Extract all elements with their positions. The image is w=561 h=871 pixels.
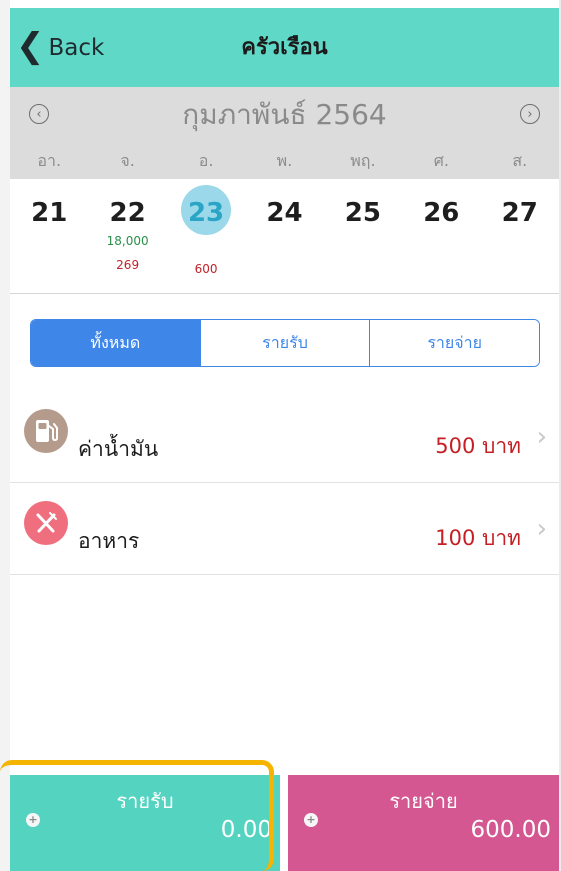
back-label: Back bbox=[48, 34, 105, 61]
chevron-right-icon: › bbox=[536, 422, 547, 452]
weekday-label: พ. bbox=[276, 151, 293, 170]
app-screen: ❮ Back ครัวเรือน ‹ กุมภาพันธ์ 2564 › อา.… bbox=[0, 0, 561, 871]
expense-total: 600.00 bbox=[470, 817, 551, 843]
calendar-header: ‹ กุมภาพันธ์ 2564 › อา. จ. อ. พ. พฤ. ศ. … bbox=[10, 87, 559, 179]
day-cell[interactable]: 21 bbox=[10, 179, 88, 293]
transaction-name: ค่าน้ำมัน bbox=[78, 437, 159, 461]
transaction-amount: 100 บาท bbox=[435, 526, 521, 550]
day-number: 27 bbox=[501, 198, 538, 228]
expense-label: รายจ่าย bbox=[389, 789, 458, 813]
filter-segmented-control: ทั้งหมด รายรับ รายจ่าย bbox=[30, 319, 540, 367]
tab-income[interactable]: รายรับ bbox=[199, 320, 370, 366]
highlight-outline bbox=[0, 760, 274, 871]
transaction-row[interactable]: อาหาร 100 บาท › bbox=[10, 483, 559, 575]
week-dates: 21 22 18,000 269 23 600 24 25 26 27 bbox=[10, 179, 559, 293]
tab-all[interactable]: ทั้งหมด bbox=[31, 320, 200, 366]
day-cell-selected[interactable]: 23 600 bbox=[167, 179, 245, 293]
top-strip bbox=[10, 0, 559, 8]
weekday-row: อา. จ. อ. พ. พฤ. ศ. ส. bbox=[10, 143, 559, 179]
weekday-label: อา. bbox=[37, 151, 62, 170]
navigation-bar: ❮ Back ครัวเรือน bbox=[10, 8, 559, 87]
day-number: 23 bbox=[187, 198, 225, 228]
day-number: 24 bbox=[266, 198, 303, 228]
day-cell[interactable]: 27 bbox=[481, 179, 559, 293]
chevron-right-icon: › bbox=[536, 514, 547, 544]
day-number: 22 bbox=[109, 198, 146, 228]
left-edge bbox=[0, 0, 10, 871]
day-number: 26 bbox=[423, 198, 460, 228]
weekday-label: จ. bbox=[120, 151, 135, 170]
day-income: 18,000 bbox=[106, 234, 149, 248]
transaction-name: อาหาร bbox=[78, 529, 140, 553]
day-cell[interactable]: 22 18,000 269 bbox=[88, 179, 166, 293]
transaction-amount: 500 บาท bbox=[435, 434, 521, 458]
transaction-row[interactable]: ค่าน้ำมัน 500 บาท › bbox=[10, 391, 559, 483]
chevron-left-icon: ❮ bbox=[16, 25, 45, 66]
day-expense: 600 bbox=[194, 262, 218, 276]
day-cell[interactable]: 25 bbox=[324, 179, 402, 293]
back-button[interactable]: ❮ Back bbox=[10, 8, 104, 87]
weekday-label: ศ. bbox=[433, 151, 449, 170]
weekday-label: พฤ. bbox=[350, 151, 376, 170]
day-cell[interactable]: 26 bbox=[402, 179, 480, 293]
day-number: 25 bbox=[344, 198, 381, 228]
month-title: กุมภาพันธ์ 2564 bbox=[182, 98, 387, 131]
tab-expense[interactable]: รายจ่าย bbox=[369, 320, 539, 366]
day-cell[interactable]: 24 bbox=[245, 179, 323, 293]
month-row: ‹ กุมภาพันธ์ 2564 › bbox=[10, 87, 559, 143]
fuel-icon bbox=[24, 409, 68, 453]
weekday-label: อ. bbox=[198, 151, 214, 170]
transaction-list: ค่าน้ำมัน 500 บาท › อาหาร 100 บาท › bbox=[10, 391, 559, 575]
plus-icon: + bbox=[304, 813, 318, 827]
divider bbox=[10, 293, 559, 294]
fork-knife-icon bbox=[24, 501, 68, 545]
next-month-icon[interactable]: › bbox=[520, 104, 540, 124]
day-number: 21 bbox=[31, 198, 68, 228]
day-expense: 269 bbox=[116, 258, 140, 272]
weekday-label: ส. bbox=[512, 151, 528, 170]
add-expense-button[interactable]: รายจ่าย + 600.00 bbox=[288, 775, 559, 871]
